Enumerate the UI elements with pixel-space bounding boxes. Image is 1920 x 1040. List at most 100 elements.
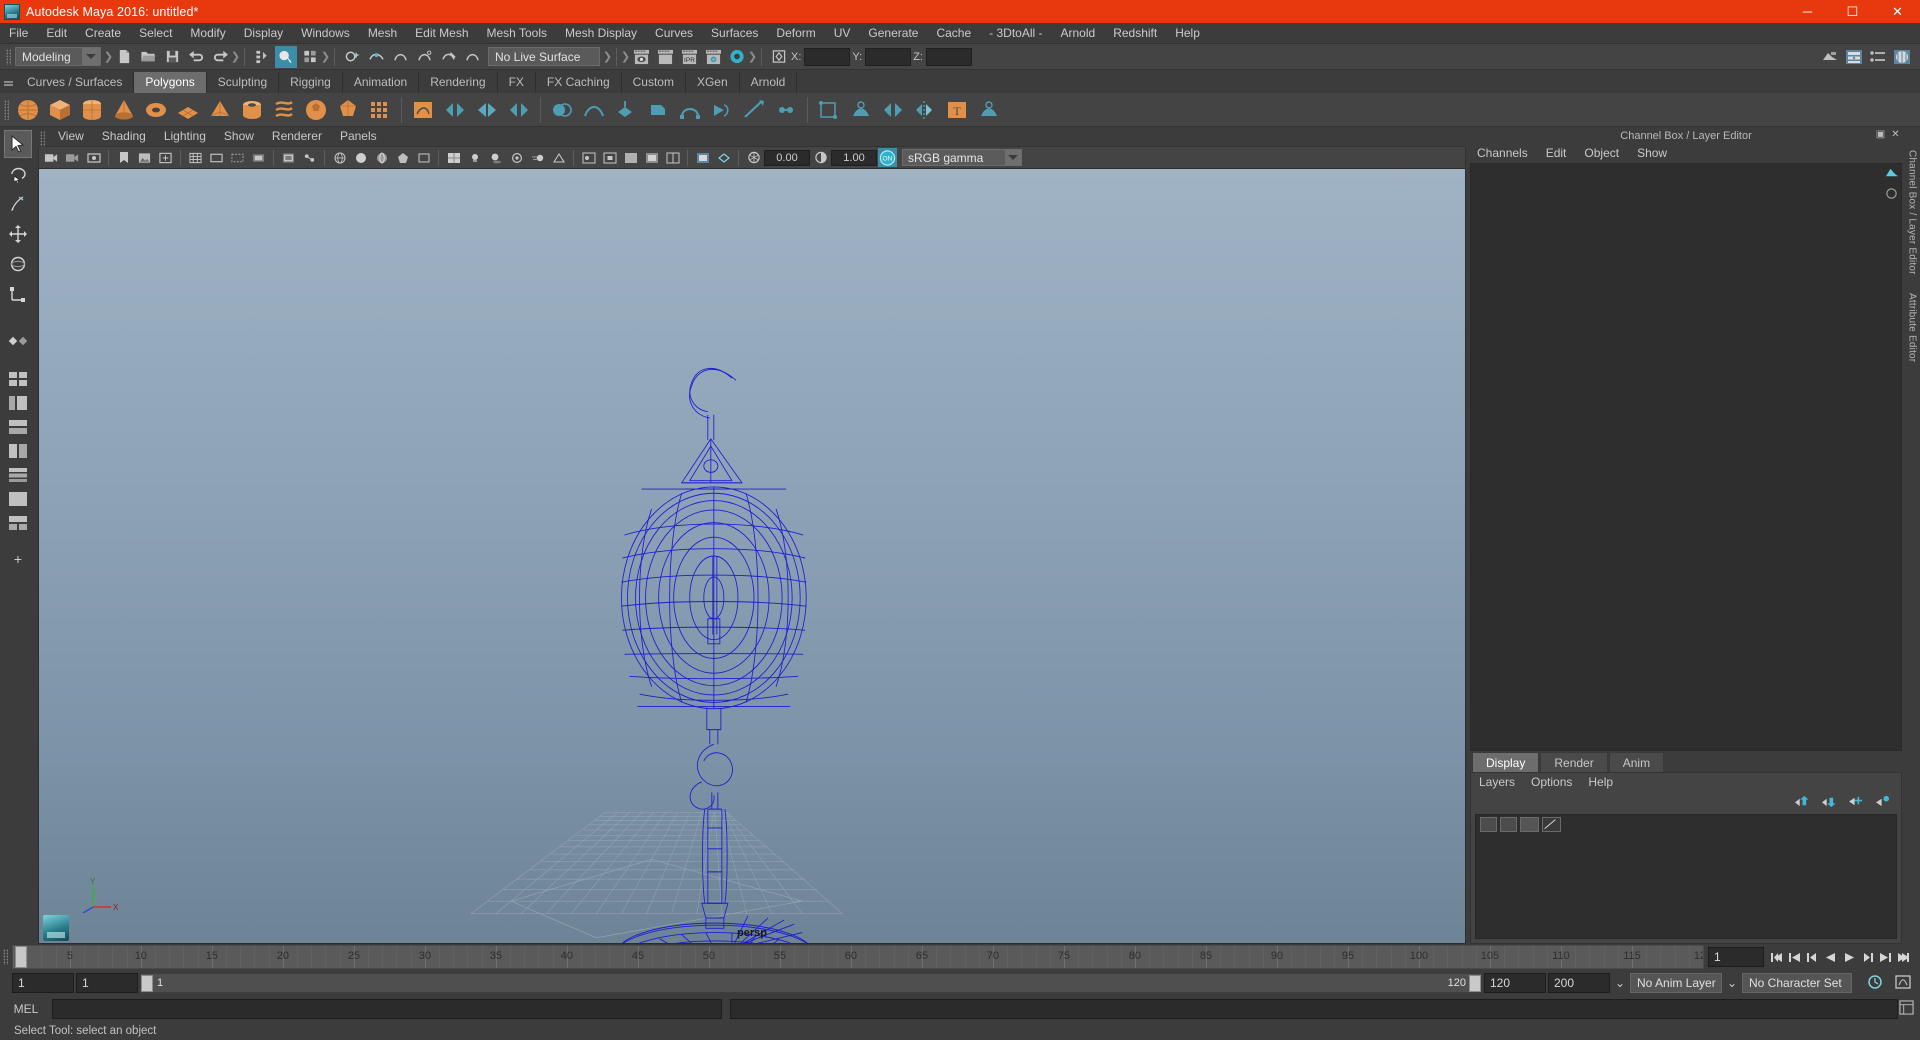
layer-row[interactable] <box>1476 815 1896 834</box>
viewport-menu-view[interactable]: View <box>49 127 93 146</box>
shelf-tab-curves-surfaces[interactable]: Curves / Surfaces <box>16 72 135 93</box>
render-settings-icon[interactable] <box>702 46 724 68</box>
shelf-tab-sculpting[interactable]: Sculpting <box>206 72 280 93</box>
paint-select-tool-icon[interactable] <box>4 190 32 218</box>
shelf-tab-fx-caching[interactable]: FX Caching <box>535 72 622 93</box>
camera-view-icon[interactable] <box>714 148 733 167</box>
gate-mask-icon[interactable] <box>249 148 268 167</box>
menu-select[interactable]: Select <box>130 23 181 44</box>
color-profile-selector[interactable]: sRGB gamma <box>902 149 1022 166</box>
viewport-canvas[interactable]: Y X persp <box>38 168 1466 944</box>
layer-list[interactable] <box>1475 814 1897 939</box>
layer-playback-toggle[interactable] <box>1500 817 1517 832</box>
exposure-icon[interactable] <box>744 148 763 167</box>
undo-icon[interactable] <box>185 46 207 68</box>
film-gate-icon[interactable] <box>207 148 226 167</box>
grid-display-icon[interactable] <box>621 148 640 167</box>
layer-menu-options[interactable]: Options <box>1523 773 1580 792</box>
attribute-editor-toggle-icon[interactable] <box>1884 187 1899 203</box>
two-pane-side-layout-icon[interactable] <box>7 440 29 462</box>
shelf-tab-xgen[interactable]: XGen <box>685 72 740 93</box>
isolate-select-icon[interactable] <box>600 148 619 167</box>
shelf-tab-arnold[interactable]: Arnold <box>739 72 798 93</box>
render-current-frame-icon[interactable] <box>630 46 652 68</box>
persp-hypershade-layout-icon[interactable] <box>7 512 29 534</box>
polygon-torus-icon[interactable] <box>141 95 171 125</box>
multicut-icon[interactable] <box>739 95 769 125</box>
layer-color-swatch[interactable] <box>1520 817 1539 832</box>
menu-create[interactable]: Create <box>76 23 130 44</box>
menu-curves[interactable]: Curves <box>646 23 702 44</box>
menu-edit[interactable]: Edit <box>37 23 76 44</box>
grid-toggle-icon[interactable] <box>186 148 205 167</box>
command-language-label[interactable]: MEL <box>0 1002 52 1016</box>
menu-mesh[interactable]: Mesh <box>359 23 406 44</box>
shelf-tab-fx[interactable]: FX <box>497 72 536 93</box>
menu-generate[interactable]: Generate <box>859 23 927 44</box>
close-panel-icon[interactable]: ✕ <box>1890 129 1901 140</box>
camera-attributes-icon[interactable] <box>84 148 103 167</box>
range-bar[interactable]: 1 120 <box>140 973 1482 993</box>
menu-3dtoall[interactable]: - 3DtoAll - <box>980 23 1051 44</box>
range-end-handle[interactable] <box>1469 974 1481 992</box>
textured-icon[interactable] <box>444 148 463 167</box>
gamma-value[interactable]: 1.00 <box>831 149 877 166</box>
render-sequence-icon[interactable] <box>654 46 676 68</box>
new-scene-icon[interactable] <box>113 46 135 68</box>
viewport-menu-renderer[interactable]: Renderer <box>263 127 331 146</box>
go-to-end-icon[interactable] <box>1894 946 1912 968</box>
polygon-type-icon[interactable] <box>365 95 395 125</box>
show-hide-tool-settings-icon[interactable] <box>1867 46 1889 68</box>
depth-of-field-icon[interactable] <box>579 148 598 167</box>
menu-help[interactable]: Help <box>1166 23 1209 44</box>
chevron-down-icon[interactable] <box>82 48 100 65</box>
layer-curve-icon[interactable] <box>1542 817 1561 832</box>
bookmark-icon[interactable] <box>114 148 133 167</box>
menu-deform[interactable]: Deform <box>767 23 824 44</box>
snap-to-point-icon[interactable] <box>389 46 411 68</box>
bridge-icon[interactable] <box>643 95 673 125</box>
scale-tool-icon[interactable] <box>4 280 32 308</box>
menu-uv[interactable]: UV <box>825 23 860 44</box>
move-layer-up-icon[interactable] <box>1794 795 1810 811</box>
menu-arnold[interactable]: Arnold <box>1052 23 1105 44</box>
play-backwards-icon[interactable] <box>1822 946 1840 968</box>
viewport-menu-show[interactable]: Show <box>215 127 263 146</box>
polygon-cone-icon[interactable] <box>109 95 139 125</box>
shelf-tab-custom[interactable]: Custom <box>621 72 686 93</box>
command-input[interactable] <box>52 999 722 1019</box>
snap-to-grid-icon[interactable] <box>341 46 363 68</box>
channel-box-menu-channels[interactable]: Channels <box>1468 144 1537 163</box>
select-camera-icon[interactable] <box>42 148 61 167</box>
combine-icon[interactable] <box>440 95 470 125</box>
menu-set-selector[interactable]: Modeling <box>15 47 101 66</box>
flat-shade-icon[interactable] <box>393 148 412 167</box>
make-live-icon[interactable] <box>461 46 483 68</box>
step-back-frame-icon[interactable] <box>1786 946 1804 968</box>
lasso-select-tool-icon[interactable] <box>4 160 32 188</box>
open-scene-icon[interactable] <box>137 46 159 68</box>
more-layouts-icon[interactable]: + <box>7 548 29 570</box>
exposure-value[interactable]: 0.00 <box>764 149 810 166</box>
go-to-start-icon[interactable] <box>1768 946 1786 968</box>
shelf-tab-rigging[interactable]: Rigging <box>279 72 343 93</box>
collapse-render-section-icon[interactable]: ❯ <box>748 46 757 68</box>
menu-mesh-tools[interactable]: Mesh Tools <box>478 23 556 44</box>
persp-graph-layout-icon[interactable] <box>7 416 29 438</box>
maximize-button[interactable]: ☐ <box>1830 0 1875 23</box>
auto-key-icon[interactable] <box>1866 974 1884 993</box>
viewport-gripper[interactable] <box>38 128 47 147</box>
sculpt-tool-icon[interactable] <box>846 95 876 125</box>
menu-windows[interactable]: Windows <box>292 23 359 44</box>
polygon-plane-icon[interactable] <box>173 95 203 125</box>
separate-icon[interactable] <box>472 95 502 125</box>
motion-blur-icon[interactable] <box>528 148 547 167</box>
float-panel-icon[interactable]: ▣ <box>1875 129 1886 140</box>
multisample-aa-icon[interactable] <box>549 148 568 167</box>
mirror-icon[interactable] <box>878 95 908 125</box>
time-slider-gripper[interactable] <box>0 946 12 968</box>
reduce-icon[interactable] <box>974 95 1004 125</box>
last-tool-used-icon[interactable] <box>4 328 32 356</box>
chevron-down-icon[interactable]: ⌄ <box>1724 976 1740 990</box>
playback-end-field[interactable]: 120 <box>1484 973 1546 993</box>
